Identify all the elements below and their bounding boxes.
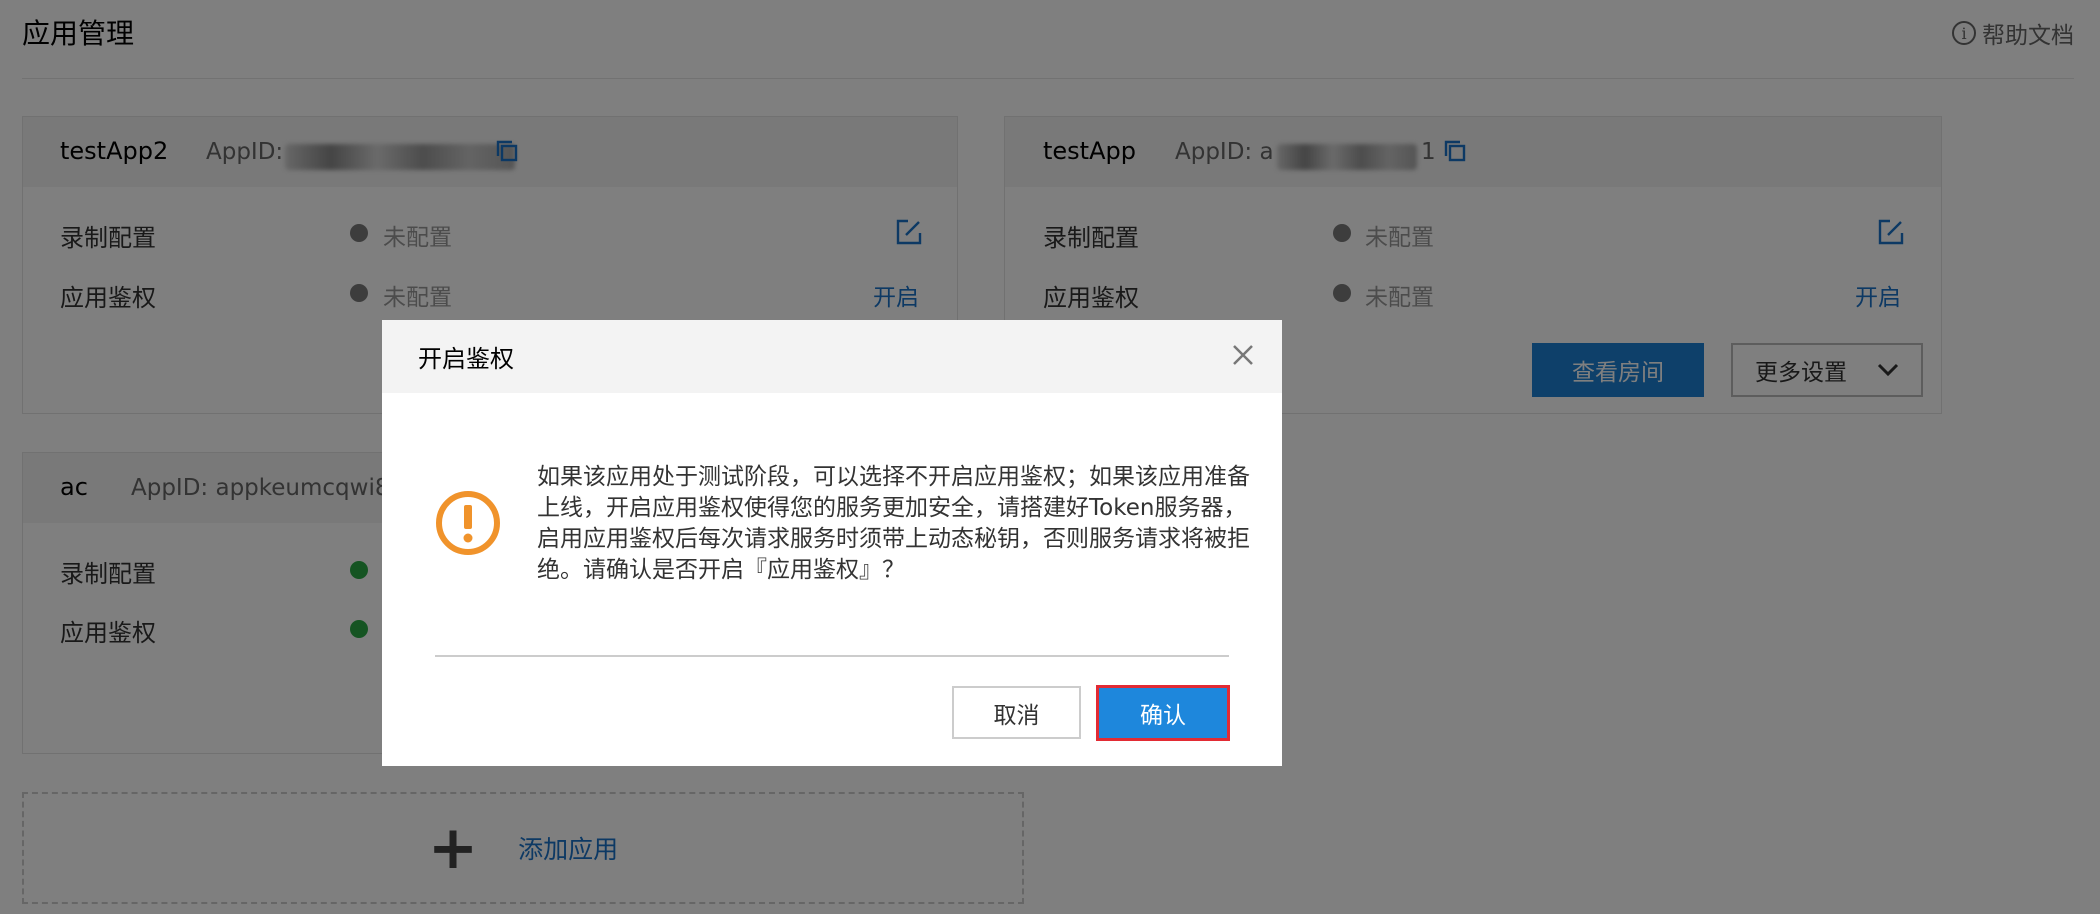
dialog-header [382,320,1282,393]
confirm-button[interactable]: 确认 [1096,685,1230,741]
cancel-button[interactable]: 取消 [952,686,1081,739]
dialog-message: 如果该应用处于测试阶段，可以选择不开启应用鉴权；如果该应用准备上线，开启应用鉴权… [537,464,1250,583]
close-icon[interactable] [1228,340,1258,370]
dialog-divider [435,655,1229,657]
warning-icon [436,491,500,555]
dialog-title: 开启鉴权 [418,345,514,373]
enable-auth-dialog: 开启鉴权 如果该应用处于测试阶段，可以选择不开启应用鉴权；如果该应用准备上线，开… [382,320,1282,766]
